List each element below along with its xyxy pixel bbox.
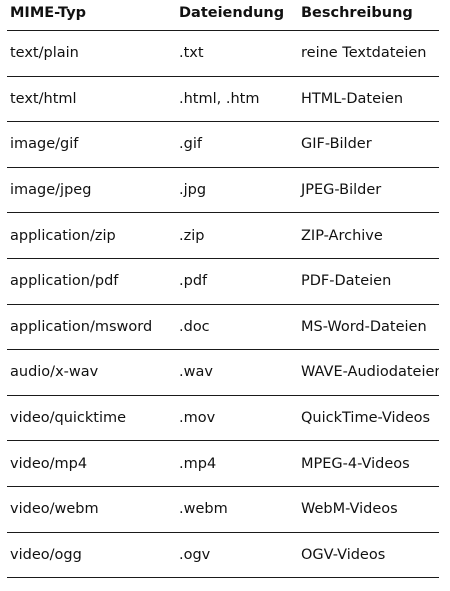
cell-mime-type: application/zip bbox=[7, 212, 176, 259]
cell-description: JPEG-Bilder bbox=[298, 167, 439, 214]
cell-file-extension: .webm bbox=[176, 486, 298, 533]
table-body: text/plain .txt reine Textdateien text/html… bbox=[7, 30, 439, 579]
cell-mime-type: audio/x-wav bbox=[7, 349, 176, 396]
cell-mime-type: text/html bbox=[7, 76, 176, 123]
table-row: audio/x-wav .wav WAVE-Audiodateien bbox=[7, 349, 439, 396]
cell-description: WAVE-Audiodateien bbox=[298, 349, 439, 396]
table-row: video/quicktime .mov QuickTime-Videos bbox=[7, 395, 439, 442]
cell-file-extension: .ogv bbox=[176, 532, 298, 579]
table-row: application/msword .doc MS-Word-Dateien bbox=[7, 304, 439, 351]
cell-file-extension: .zip bbox=[176, 212, 298, 259]
cell-file-extension: .pdf bbox=[176, 258, 298, 305]
header-mime-type: MIME-Typ bbox=[7, 0, 176, 31]
header-mime-type-label: MIME-Typ bbox=[10, 5, 87, 21]
cell-file-extension: .html, .htm bbox=[176, 76, 298, 123]
table-row: text/plain .txt reine Textdateien bbox=[7, 30, 439, 77]
cell-mime-type: video/quicktime bbox=[7, 395, 176, 442]
cell-mime-type: text/plain bbox=[7, 30, 176, 77]
cell-description: WebM-Videos bbox=[298, 486, 439, 533]
cell-file-extension: .mp4 bbox=[176, 440, 298, 487]
cell-file-extension: .jpg bbox=[176, 167, 298, 214]
cell-file-extension: .wav bbox=[176, 349, 298, 396]
cell-description: ZIP-Archive bbox=[298, 212, 439, 259]
table-row: application/zip .zip ZIP-Archive bbox=[7, 212, 439, 259]
cell-description: MPEG-4-Videos bbox=[298, 440, 439, 487]
cell-file-extension: .doc bbox=[176, 304, 298, 351]
cell-mime-type: video/webm bbox=[7, 486, 176, 533]
header-file-extension: Dateiendung bbox=[176, 0, 298, 31]
cell-description: reine Textdateien bbox=[298, 30, 439, 77]
mime-type-table-container: MIME-Typ Dateiendung Beschreibung text/p… bbox=[0, 0, 450, 591]
cell-mime-type: video/ogg bbox=[7, 532, 176, 579]
table-header: MIME-Typ Dateiendung Beschreibung bbox=[7, 0, 439, 31]
cell-mime-type: video/mp4 bbox=[7, 440, 176, 487]
cell-mime-type: application/msword bbox=[7, 304, 176, 351]
header-row: MIME-Typ Dateiendung Beschreibung bbox=[7, 0, 439, 31]
table-row: video/mp4 .mp4 MPEG-4-Videos bbox=[7, 440, 439, 487]
mime-type-table: MIME-Typ Dateiendung Beschreibung text/p… bbox=[7, 0, 439, 579]
cell-description: HTML-Dateien bbox=[298, 76, 439, 123]
header-file-extension-label: Dateiendung bbox=[179, 5, 285, 21]
table-row: application/pdf .pdf PDF-Dateien bbox=[7, 258, 439, 305]
cell-mime-type: image/gif bbox=[7, 121, 176, 168]
cell-file-extension: .mov bbox=[176, 395, 298, 442]
table-row: image/gif .gif GIF-Bilder bbox=[7, 121, 439, 168]
table-row: image/jpeg .jpg JPEG-Bilder bbox=[7, 167, 439, 214]
cell-description: PDF-Dateien bbox=[298, 258, 439, 305]
cell-mime-type: application/pdf bbox=[7, 258, 176, 305]
table-row: text/html .html, .htm HTML-Dateien bbox=[7, 76, 439, 123]
header-description: Beschreibung bbox=[298, 0, 439, 31]
cell-description: QuickTime-Videos bbox=[298, 395, 439, 442]
cell-description: GIF-Bilder bbox=[298, 121, 439, 168]
header-description-label: Beschreibung bbox=[301, 5, 413, 21]
cell-file-extension: .txt bbox=[176, 30, 298, 77]
table-row: video/webm .webm WebM-Videos bbox=[7, 486, 439, 533]
cell-file-extension: .gif bbox=[176, 121, 298, 168]
cell-description: OGV-Videos bbox=[298, 532, 439, 579]
cell-mime-type: image/jpeg bbox=[7, 167, 176, 214]
table-row: video/ogg .ogv OGV-Videos bbox=[7, 532, 439, 579]
cell-description: MS-Word-Dateien bbox=[298, 304, 439, 351]
